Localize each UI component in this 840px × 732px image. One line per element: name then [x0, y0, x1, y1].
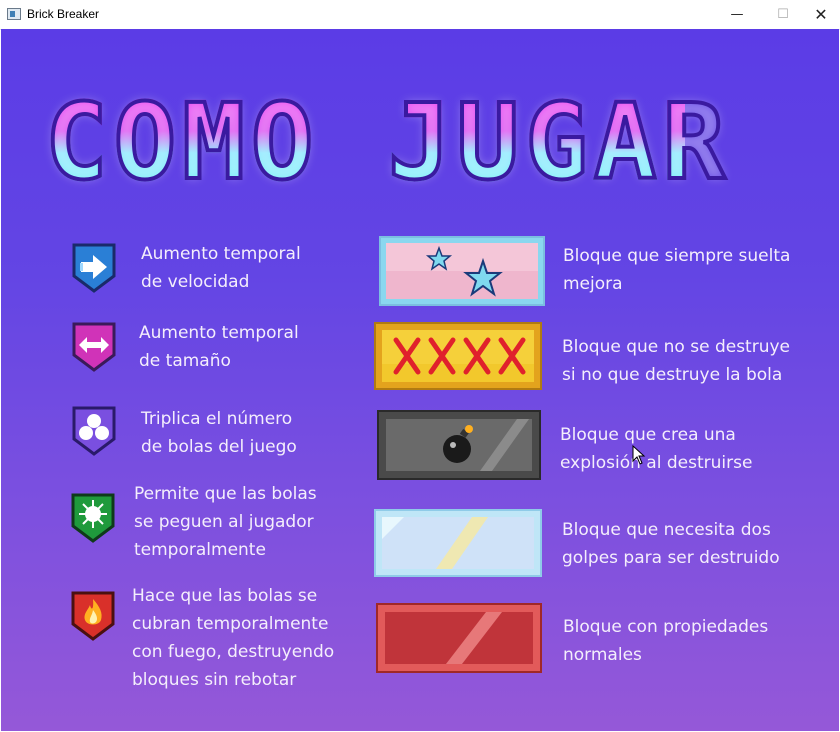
close-button[interactable]: ✕: [798, 0, 840, 29]
powerup-size-text: Aumento temporal de tamaño: [139, 323, 299, 371]
powerup-speed-text: Aumento temporal de velocidad: [141, 244, 301, 292]
block-powerup-text: Bloque que siempre suelta mejora: [563, 246, 791, 294]
expand-arrows-icon: [72, 322, 116, 372]
sticky-burst-icon: [71, 493, 115, 543]
app-window: Brick Breaker — ☐ ✕ COMO JUGAR Aumento t…: [0, 0, 840, 732]
game-canvas: COMO JUGAR Aumento temporal de velocidad…: [1, 29, 839, 731]
star-block-icon: [379, 236, 545, 306]
window-title: Brick Breaker: [27, 7, 100, 21]
mouse-cursor-icon: [632, 445, 646, 465]
unbreakable-block-icon: [374, 322, 542, 390]
title-text: COMO JUGAR: [43, 81, 732, 203]
red-block-icon: [376, 603, 542, 673]
minimize-button[interactable]: —: [714, 0, 760, 29]
speed-arrow-icon: [72, 243, 116, 293]
app-icon: [7, 8, 21, 20]
powerup-fire-text: Hace que las bolas se cubran temporalmen…: [132, 586, 335, 690]
title-bar: Brick Breaker — ☐ ✕: [0, 0, 840, 30]
triple-balls-icon: [72, 406, 116, 456]
ice-block-icon: [374, 509, 542, 577]
block-unbreakable-text: Bloque que no se destruye si no que dest…: [562, 337, 790, 385]
fire-icon: [71, 591, 115, 641]
block-normal-text: Bloque con propiedades normales: [563, 617, 769, 665]
bomb-block-icon: [377, 410, 541, 480]
block-bomb-text: Bloque que crea una explosión al destrui…: [560, 425, 753, 473]
powerup-sticky-text: Permite que las bolas se peguen al jugad…: [134, 484, 317, 560]
block-ice-text: Bloque que necesita dos golpes para ser …: [562, 520, 780, 568]
how-to-play-title: COMO JUGAR: [43, 81, 732, 203]
powerup-triple-text: Triplica el número de bolas del juego: [141, 409, 297, 457]
